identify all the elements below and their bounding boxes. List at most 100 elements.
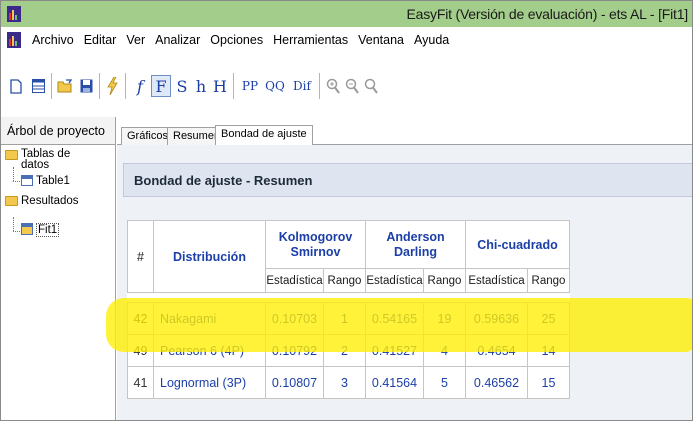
cell-distribution[interactable]: Pearson 6 (4P)	[153, 334, 266, 367]
column-header-num[interactable]: #	[127, 220, 154, 293]
easyfit-app-icon	[7, 6, 21, 22]
project-tree-panel: Árbol de proyecto Tablas de datos Table1…	[1, 117, 116, 420]
project-tree-title: Árbol de proyecto	[1, 117, 115, 145]
cell-distribution[interactable]: Nakagami	[153, 302, 266, 335]
pp-plot-button[interactable]: PP	[239, 75, 261, 97]
cell-ks-stat: 0.10807	[265, 366, 324, 399]
goodness-of-fit-table: # Distribución Kolmogorov Smirnov Anders…	[127, 220, 570, 399]
cell-chi-rank: 15	[527, 366, 570, 399]
zoom-out-icon[interactable]	[344, 75, 360, 97]
cell-ad-stat: 0.54165	[365, 302, 424, 335]
tree-item-table1[interactable]: Table1	[21, 175, 70, 187]
pdf-button[interactable]: f	[131, 75, 149, 97]
tree-item-data-tables[interactable]: Tablas de datos	[5, 148, 101, 171]
cell-num: 41	[127, 366, 154, 399]
document-window-icon[interactable]	[7, 32, 21, 48]
subheader-ks-rank[interactable]: Rango	[323, 268, 366, 293]
cell-ad-rank: 5	[423, 366, 466, 399]
cell-ad-rank: 4	[423, 334, 466, 367]
table-row[interactable]: 41 Lognormal (3P) 0.10807 3 0.41564 5 0.…	[127, 366, 570, 399]
tree-connector	[13, 231, 20, 232]
open-folder-icon[interactable]	[57, 75, 73, 97]
subheader-chi-stat[interactable]: Estadística	[465, 268, 528, 293]
fit-result-icon	[21, 223, 33, 235]
zoom-in-icon[interactable]	[325, 75, 341, 97]
subheader-ad-rank[interactable]: Rango	[423, 268, 466, 293]
folder-icon	[5, 196, 18, 206]
cell-distribution[interactable]: Lognormal (3P)	[153, 366, 266, 399]
header-line: Darling	[393, 244, 438, 259]
difference-button[interactable]: Dif	[290, 75, 314, 97]
cell-chi-rank: 14	[527, 334, 570, 367]
toolbar-separator	[233, 73, 234, 99]
subheader-ks-stat[interactable]: Estadística	[265, 268, 324, 293]
subheader-ad-stat[interactable]: Estadística	[365, 268, 424, 293]
column-header-chi-cuadrado[interactable]: Chi-cuadrado	[465, 220, 570, 269]
new-document-icon[interactable]	[9, 75, 23, 97]
menu-bar: Archivo Editar Ver Analizar Opciones Her…	[1, 27, 692, 53]
title-bar: EasyFit (Versión de evaluación) - ets AL…	[1, 1, 692, 27]
cell-chi-stat: 0.59636	[465, 302, 528, 335]
cell-chi-stat: 0.4654	[465, 334, 528, 367]
table-icon	[21, 175, 33, 186]
menu-editar[interactable]: Editar	[79, 33, 122, 47]
table-row[interactable]: 49 Pearson 6 (4P) 0.10792 2 0.41527 4 0.…	[127, 334, 570, 367]
summary-title: Bondad de ajuste - Resumen	[123, 163, 692, 197]
cell-ad-rank: 19	[423, 302, 466, 335]
column-header-anderson-darling[interactable]: Anderson Darling	[365, 220, 466, 269]
tree-connector	[13, 181, 20, 182]
tab-bondad-de-ajuste[interactable]: Bondad de ajuste	[215, 125, 313, 146]
qq-plot-button[interactable]: QQ	[264, 75, 286, 97]
column-header-distribution[interactable]: Distribución	[153, 220, 266, 293]
fit-lightning-icon[interactable]	[105, 75, 119, 97]
menu-ventana[interactable]: Ventana	[353, 33, 409, 47]
survival-button[interactable]: S	[174, 75, 190, 97]
tree-item-label: Tablas de datos	[21, 148, 71, 171]
cell-ks-rank: 2	[323, 334, 366, 367]
cell-chi-stat: 0.46562	[465, 366, 528, 399]
menu-herramientas[interactable]: Herramientas	[268, 33, 353, 47]
window-title: EasyFit (Versión de evaluación) - ets AL…	[406, 6, 689, 22]
table-row[interactable]: 42 Nakagami 0.10703 1 0.54165 19 0.59636…	[127, 302, 570, 335]
menu-opciones[interactable]: Opciones	[205, 33, 268, 47]
cell-ks-stat: 0.10703	[265, 302, 324, 335]
toolbar: f F S h H PP QQ Dif	[1, 53, 692, 117]
tree-item-fit1[interactable]: Fit1	[21, 223, 60, 237]
tree-item-label: Table1	[36, 175, 70, 187]
column-header-kolmogorov-smirnov[interactable]: Kolmogorov Smirnov	[265, 220, 366, 269]
cumulative-hazard-button[interactable]: H	[212, 75, 228, 97]
goodness-of-fit-content: Bondad de ajuste - Resumen # Distribució…	[117, 145, 692, 420]
hazard-button[interactable]: h	[193, 75, 209, 97]
tree-item-label: Fit1	[36, 223, 60, 237]
toolbar-separator	[125, 73, 126, 99]
cdf-button[interactable]: F	[151, 75, 171, 97]
cell-chi-rank: 25	[527, 302, 570, 335]
tree-item-results[interactable]: Resultados	[5, 195, 79, 207]
table-header-row: # Distribución Kolmogorov Smirnov Anders…	[127, 220, 570, 293]
tree-connector	[13, 217, 14, 231]
cell-num: 42	[127, 302, 154, 335]
cell-ad-stat: 0.41527	[365, 334, 424, 367]
toolbar-separator	[319, 73, 320, 99]
result-tabs: Gráficos Resumen Bondad de ajuste	[117, 117, 692, 146]
menu-ayuda[interactable]: Ayuda	[409, 33, 454, 47]
header-line: Anderson	[386, 229, 445, 244]
easyfit-window: EasyFit (Versión de evaluación) - ets AL…	[0, 0, 693, 421]
save-icon[interactable]	[79, 75, 93, 97]
table-icon[interactable]	[31, 75, 45, 97]
menu-archivo[interactable]: Archivo	[27, 33, 79, 47]
subheader-chi-rank[interactable]: Rango	[527, 268, 570, 293]
cell-num: 49	[127, 334, 154, 367]
table-spacer-row	[127, 292, 570, 303]
zoom-reset-icon[interactable]	[363, 75, 379, 97]
header-line: Smirnov	[290, 244, 341, 259]
header-line: Kolmogorov	[278, 229, 353, 244]
tree-item-label: Resultados	[21, 195, 79, 207]
folder-icon	[5, 150, 18, 160]
cell-ks-stat: 0.10792	[265, 334, 324, 367]
toolbar-separator	[51, 73, 52, 99]
menu-analizar[interactable]: Analizar	[150, 33, 205, 47]
cell-ks-rank: 3	[323, 366, 366, 399]
cell-ks-rank: 1	[323, 302, 366, 335]
menu-ver[interactable]: Ver	[121, 33, 150, 47]
